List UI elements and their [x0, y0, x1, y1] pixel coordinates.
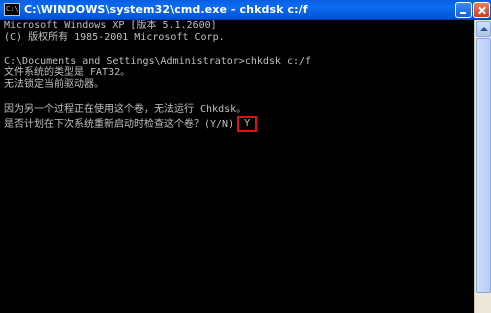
title-bar[interactable]: C:\ C:\WINDOWS\system32\cmd.exe - chkdsk…	[0, 0, 491, 20]
vertical-scrollbar[interactable]	[474, 20, 491, 313]
console-line-prompt: 是否计划在下次系统重新启动时检查这个卷？(Y/N) Y	[4, 116, 258, 132]
cmd-window: C:\ C:\WINDOWS\system32\cmd.exe - chkdsk…	[0, 0, 491, 313]
console-line-in-use: 因为另一个过程正在使用这个卷，无法运行 Chkdsk。	[4, 104, 247, 115]
console-output[interactable]: Microsoft Windows XP [版本 5.1.2600] (C) 版…	[2, 20, 472, 313]
scroll-up-arrow-icon[interactable]	[476, 21, 491, 37]
minimize-button[interactable]	[455, 2, 472, 18]
console-line-version: Microsoft Windows XP [版本 5.1.2600]	[4, 20, 217, 31]
console-line-lock-error: 无法锁定当前驱动器。	[4, 79, 104, 90]
answer-input[interactable]: Y	[237, 116, 258, 132]
console-line-filesystem: 文件系统的类型是 FAT32。	[4, 67, 131, 78]
console-line-command: C:\Documents and Settings\Administrator>…	[4, 56, 312, 67]
console-line-copyright: (C) 版权所有 1985-2001 Microsoft Corp.	[4, 32, 225, 43]
close-button[interactable]	[473, 2, 490, 18]
scroll-thumb[interactable]	[476, 38, 491, 293]
window-title: C:\WINDOWS\system32\cmd.exe - chkdsk c:/…	[24, 3, 308, 16]
prompt-text: 是否计划在下次系统重新启动时检查这个卷？(Y/N)	[4, 119, 235, 130]
cmd-icon[interactable]: C:\	[4, 3, 20, 16]
